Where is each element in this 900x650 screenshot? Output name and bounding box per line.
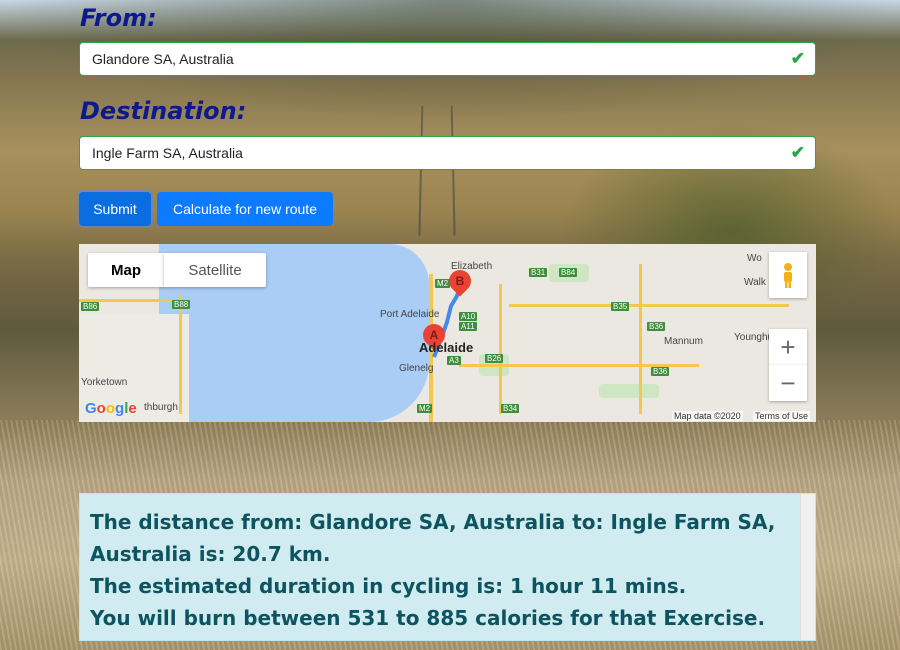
map-attribution: Map data ©2020: [672, 411, 743, 421]
map-label-yorketown: Yorketown: [81, 377, 128, 388]
road-shield: B86: [81, 302, 100, 311]
from-input[interactable]: Glandore SA, Australia ✔: [79, 42, 816, 76]
calculate-new-route-button[interactable]: Calculate for new route: [157, 192, 333, 226]
result-distance-line-1: The distance from: Glandore SA, Australi…: [90, 510, 776, 534]
result-duration-line: The estimated duration in cycling is: 1 …: [90, 574, 687, 598]
route-result-panel: The distance from: Glandore SA, Australi…: [79, 493, 816, 641]
destination-input[interactable]: Ingle Farm SA, Australia ✔: [79, 136, 816, 170]
map-label-port-adelaide: Port Adelaide: [380, 309, 440, 320]
map-label-elizabeth: Elizabeth: [451, 261, 493, 272]
street-view-pegman-icon[interactable]: [769, 252, 807, 298]
map-label-walker: Walk: [744, 277, 766, 288]
result-distance-line-2: Australia is: 20.7 km.: [90, 542, 331, 566]
road-shield: A3: [447, 356, 461, 365]
valid-check-icon: ✔: [790, 143, 805, 162]
background-pylon: [418, 105, 456, 236]
road-shield: B31: [529, 268, 548, 277]
road-shield: B88: [172, 300, 191, 309]
result-calories-line: You will burn between 531 to 885 calorie…: [90, 606, 766, 630]
valid-check-icon: ✔: [790, 49, 805, 68]
map-label-wo: Wo: [747, 253, 762, 264]
road-shield: B34: [501, 404, 520, 413]
road-shield: B36: [651, 367, 670, 376]
zoom-in-button[interactable]: +: [769, 329, 807, 365]
road-shield: A11: [459, 322, 477, 331]
terms-of-use-link[interactable]: Terms of Use: [753, 411, 811, 421]
submit-button[interactable]: Submit: [79, 192, 151, 226]
road-shield: M2: [435, 279, 451, 288]
map-label-glenelg: Glenelg: [399, 363, 434, 374]
map-label-mannum: Mannum: [664, 336, 703, 347]
destination-label: Destination:: [80, 97, 247, 125]
road-shield: A10: [459, 312, 478, 321]
satellite-view-tab[interactable]: Satellite: [164, 253, 266, 287]
road-shield: B35: [611, 302, 630, 311]
from-value[interactable]: Glandore SA, Australia: [92, 51, 234, 67]
map-label-edithburgh: thburgh: [144, 402, 178, 413]
from-label: From:: [80, 4, 157, 32]
road-shield: B26: [485, 354, 504, 363]
map-label-adelaide: Adelaide: [419, 340, 474, 355]
road-shield: B84: [559, 268, 578, 277]
road-shield: B36: [647, 322, 666, 331]
google-logo: Google: [85, 400, 137, 417]
route-map[interactable]: A B Elizabeth Port Adelaide Adelaide Gle…: [79, 244, 816, 422]
destination-value[interactable]: Ingle Farm SA, Australia: [92, 145, 243, 161]
map-view-tab[interactable]: Map: [88, 253, 164, 287]
road-shield: M2: [417, 404, 433, 413]
result-scrollbar[interactable]: [800, 494, 815, 640]
zoom-out-button[interactable]: −: [769, 365, 807, 401]
